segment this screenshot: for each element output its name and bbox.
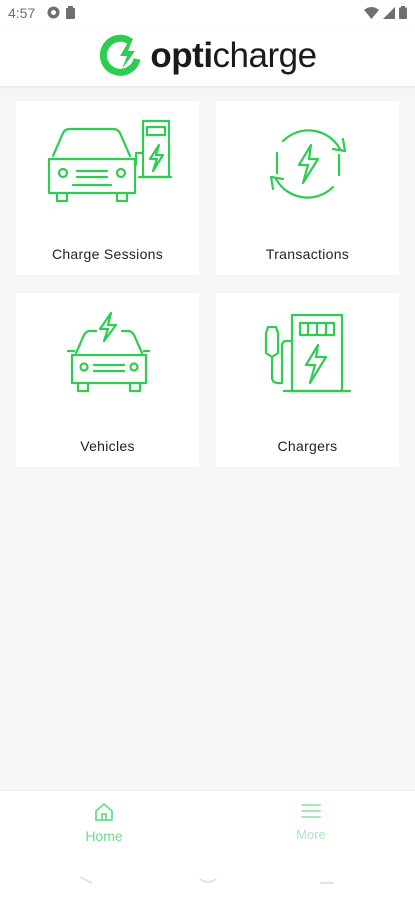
tile-label: Charge Sessions: [51, 246, 164, 262]
tile-vehicles[interactable]: Vehicles: [16, 293, 199, 467]
tile-charge-sessions[interactable]: Charge Sessions: [16, 101, 199, 275]
signal-icon: [383, 6, 395, 19]
dashboard-grid: Charge Sessions Transactions Vehicles Ch…: [16, 101, 399, 467]
clipboard-icon: [66, 6, 75, 19]
nav-home-label: Home: [85, 828, 123, 844]
car-charging-icon: [47, 119, 172, 203]
opticharge-logo: opticharge: [98, 33, 317, 79]
tile-label: Vehicles: [80, 438, 135, 454]
nav-more[interactable]: More: [251, 803, 371, 842]
logo-text: opticharge: [150, 36, 317, 75]
tile-transactions[interactable]: Transactions: [216, 101, 399, 275]
app-header: opticharge: [0, 26, 415, 86]
status-time: 4:57: [8, 5, 36, 21]
status-bar: 4:57: [0, 0, 415, 26]
bottom-nav: Home More: [0, 790, 415, 900]
tile-label: Chargers: [277, 438, 338, 454]
back-gesture-icon: [79, 876, 93, 884]
home-gesture-icon: [199, 878, 217, 883]
tile-label: Transactions: [265, 246, 350, 262]
charging-station-icon: [264, 313, 351, 393]
menu-icon: [301, 804, 321, 818]
battery-icon: [399, 6, 407, 19]
logo-bolt-icon: [100, 34, 141, 76]
home-icon: [95, 803, 113, 821]
recycle-bolt-icon: [269, 129, 346, 199]
nav-home[interactable]: Home: [44, 803, 164, 844]
wifi-icon: [364, 6, 379, 19]
system-nav-bar: [79, 876, 334, 884]
tile-chargers[interactable]: Chargers: [216, 293, 399, 467]
electric-car-icon: [66, 311, 150, 393]
circle-app-icon: [47, 6, 60, 19]
nav-more-label: More: [296, 827, 326, 842]
